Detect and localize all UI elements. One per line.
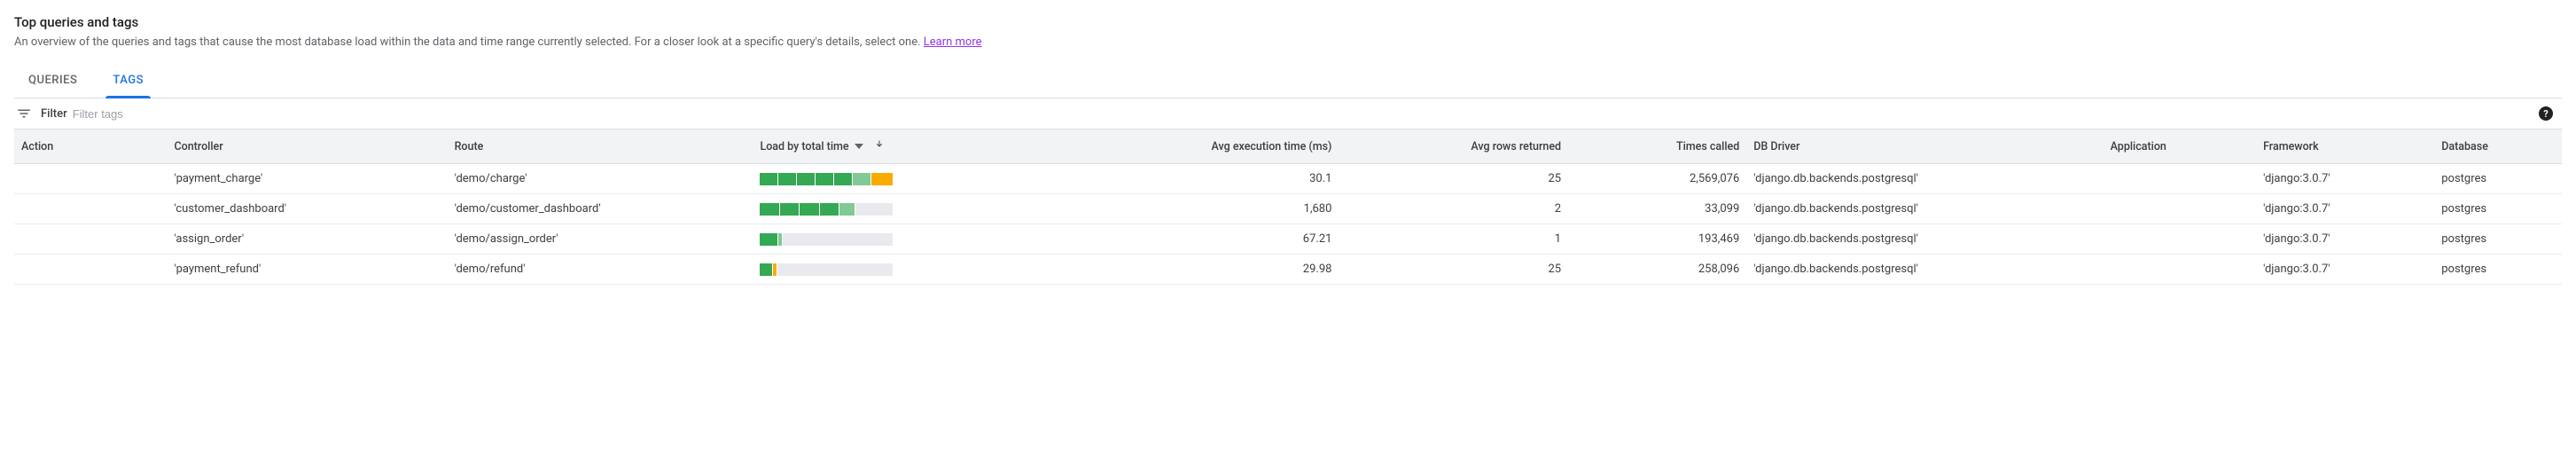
cell-load xyxy=(753,164,1058,194)
load-segment xyxy=(816,173,834,185)
filter-bar: Filter ? xyxy=(14,98,2562,129)
cell-controller: 'customer_dashboard' xyxy=(167,194,447,224)
cell-route: 'demo/customer_dashboard' xyxy=(448,194,753,224)
learn-more-link[interactable]: Learn more xyxy=(924,35,982,49)
col-load-label: Load by total time xyxy=(760,140,848,153)
cell-load xyxy=(753,255,1058,285)
cell-framework: 'django:3.0.7' xyxy=(2256,224,2434,255)
cell-application xyxy=(2104,255,2256,285)
load-segment xyxy=(855,203,893,216)
filter-icon xyxy=(16,106,32,122)
load-segment xyxy=(760,173,778,185)
table-row[interactable]: 'payment_charge''demo/charge' 30.1252,569… xyxy=(14,164,2562,194)
section-title: Top queries and tags xyxy=(14,14,2562,30)
cell-database: postgres xyxy=(2434,224,2562,255)
cell-exec: 30.1 xyxy=(1058,164,1339,194)
cell-application xyxy=(2104,194,2256,224)
col-load[interactable]: Load by total time xyxy=(753,129,1058,164)
cell-database: postgres xyxy=(2434,164,2562,194)
cell-route: 'demo/charge' xyxy=(448,164,753,194)
col-driver[interactable]: DB Driver xyxy=(1746,129,2103,164)
col-times[interactable]: Times called xyxy=(1568,129,1746,164)
load-segment xyxy=(760,233,778,246)
cell-rows: 25 xyxy=(1339,255,1568,285)
col-action[interactable]: Action xyxy=(14,129,167,164)
load-bar xyxy=(760,263,893,276)
sort-caret-icon xyxy=(855,144,863,149)
cell-rows: 2 xyxy=(1339,194,1568,224)
cell-controller: 'payment_refund' xyxy=(167,255,447,285)
cell-driver: 'django.db.backends.postgresql' xyxy=(1746,255,2103,285)
load-segment xyxy=(797,173,816,185)
col-application[interactable]: Application xyxy=(2104,129,2256,164)
cell-action xyxy=(14,224,167,255)
section-subtitle: An overview of the queries and tags that… xyxy=(14,35,2562,49)
cell-times: 33,099 xyxy=(1568,194,1746,224)
cell-exec: 1,680 xyxy=(1058,194,1339,224)
filter-input[interactable] xyxy=(73,107,2533,121)
cell-driver: 'django.db.backends.postgresql' xyxy=(1746,164,2103,194)
cell-framework: 'django:3.0.7' xyxy=(2256,255,2434,285)
cell-application xyxy=(2104,224,2256,255)
col-framework[interactable]: Framework xyxy=(2256,129,2434,164)
cell-driver: 'django.db.backends.postgresql' xyxy=(1746,224,2103,255)
load-segment xyxy=(839,203,855,216)
cell-database: postgres xyxy=(2434,194,2562,224)
cell-route: 'demo/assign_order' xyxy=(448,224,753,255)
tab-tags[interactable]: TAGS xyxy=(105,65,151,98)
col-exec[interactable]: Avg execution time (ms) xyxy=(1058,129,1339,164)
col-route[interactable]: Route xyxy=(448,129,753,164)
load-segment xyxy=(853,173,871,185)
help-icon[interactable]: ? xyxy=(2539,106,2553,121)
cell-load xyxy=(753,224,1058,255)
cell-controller: 'assign_order' xyxy=(167,224,447,255)
cell-action xyxy=(14,194,167,224)
cell-action xyxy=(14,164,167,194)
load-segment xyxy=(820,203,840,216)
load-segment xyxy=(871,173,893,185)
load-bar xyxy=(760,203,893,216)
cell-framework: 'django:3.0.7' xyxy=(2256,194,2434,224)
table-row[interactable]: 'customer_dashboard''demo/customer_dashb… xyxy=(14,194,2562,224)
cell-exec: 67.21 xyxy=(1058,224,1339,255)
load-bar xyxy=(760,233,893,246)
cell-load xyxy=(753,194,1058,224)
col-database[interactable]: Database xyxy=(2434,129,2562,164)
cell-times: 2,569,076 xyxy=(1568,164,1746,194)
cell-rows: 1 xyxy=(1339,224,1568,255)
col-controller[interactable]: Controller xyxy=(167,129,447,164)
load-segment xyxy=(760,263,773,276)
subtitle-text: An overview of the queries and tags that… xyxy=(14,35,924,49)
load-segment xyxy=(780,203,800,216)
table-header-row: Action Controller Route Load by total ti… xyxy=(14,129,2562,164)
arrow-down-icon xyxy=(874,138,885,154)
cell-framework: 'django:3.0.7' xyxy=(2256,164,2434,194)
filter-label: Filter xyxy=(41,107,67,121)
cell-times: 258,096 xyxy=(1568,255,1746,285)
tab-queries[interactable]: QUERIES xyxy=(21,65,84,98)
cell-route: 'demo/refund' xyxy=(448,255,753,285)
load-bar xyxy=(760,173,893,185)
cell-application xyxy=(2104,164,2256,194)
col-rows[interactable]: Avg rows returned xyxy=(1339,129,1568,164)
table-row[interactable]: 'assign_order''demo/assign_order' 67.2111… xyxy=(14,224,2562,255)
cell-driver: 'django.db.backends.postgresql' xyxy=(1746,194,2103,224)
cell-controller: 'payment_charge' xyxy=(167,164,447,194)
cell-database: postgres xyxy=(2434,255,2562,285)
cell-rows: 25 xyxy=(1339,164,1568,194)
cell-exec: 29.98 xyxy=(1058,255,1339,285)
load-segment xyxy=(834,173,853,185)
load-segment xyxy=(778,173,797,185)
load-segment xyxy=(760,203,780,216)
load-segment xyxy=(783,233,894,246)
load-segment xyxy=(777,263,894,276)
results-table: Action Controller Route Load by total ti… xyxy=(14,129,2562,285)
tab-bar: QUERIES TAGS xyxy=(14,65,2562,98)
load-segment xyxy=(800,203,820,216)
cell-times: 193,469 xyxy=(1568,224,1746,255)
cell-action xyxy=(14,255,167,285)
table-row[interactable]: 'payment_refund''demo/refund' 29.9825258,… xyxy=(14,255,2562,285)
